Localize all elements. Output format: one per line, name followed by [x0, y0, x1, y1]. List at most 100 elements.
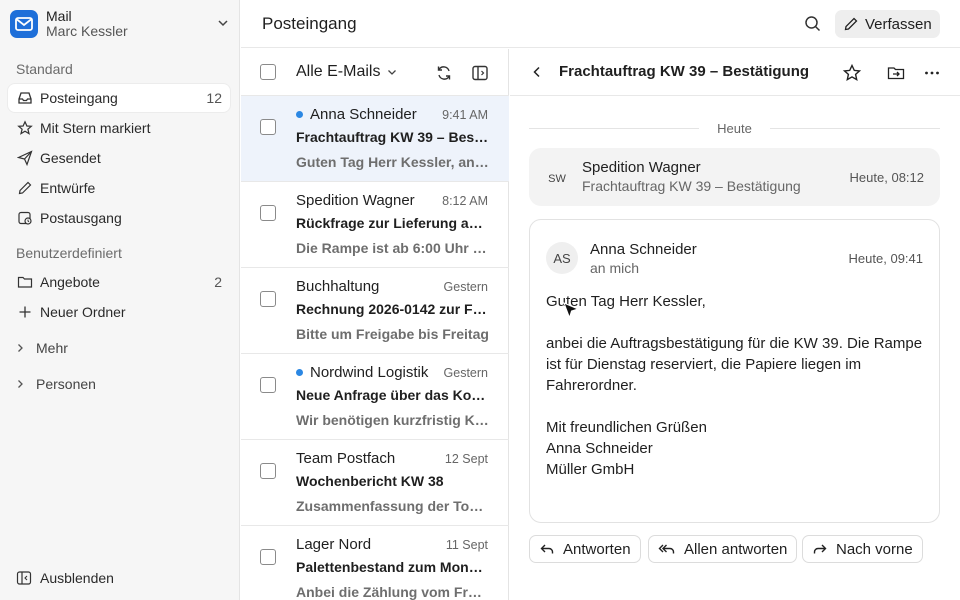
pencil-icon: [16, 179, 34, 197]
section-label-custom: Benutzerdefiniert: [16, 245, 122, 261]
forward-label: Nach vorne: [836, 540, 913, 558]
message-row[interactable]: Team Postfach 12 Sept Wochenbericht KW 3…: [241, 440, 509, 526]
mouse-cursor-icon: [563, 302, 581, 320]
sender-name: Team Postfach: [296, 450, 396, 467]
message-sender: Nordwind Logistik: [296, 364, 428, 381]
unread-dot-icon: [296, 111, 303, 118]
account-switcher[interactable]: Mail Marc Kessler: [10, 8, 230, 40]
reply-icon: [540, 544, 554, 554]
message-preview: Wir benötigen kurzfristig Kapazität: [296, 412, 489, 428]
forward-icon: [813, 544, 827, 554]
select-all-checkbox[interactable]: [260, 64, 276, 80]
sender-name: Spedition Wagner: [582, 159, 701, 176]
message-row[interactable]: Nordwind Logistik Gestern Neue Anfrage ü…: [241, 354, 509, 440]
reader-header: Frachtauftrag KW 39 – Bestätigung: [510, 49, 960, 96]
message-time: 11 Sept: [445, 538, 488, 552]
message-sender: Spedition Wagner: [296, 192, 415, 209]
message-subject: Frachtauftrag KW 39 – Bestätigung: [582, 178, 801, 194]
sender-name: Anna Schneider: [310, 106, 417, 123]
message-sender: Team Postfach: [296, 450, 395, 467]
pencil-icon: [844, 17, 858, 31]
message-row[interactable]: Buchhaltung Gestern Rechnung 2026-0142 z…: [241, 268, 509, 354]
sidebar-item-drafts[interactable]: Entwürfe: [8, 174, 230, 202]
sidebar-item-starred[interactable]: Mit Stern markiert: [8, 114, 230, 142]
sidebar-item-inbox[interactable]: Posteingang 12: [8, 84, 230, 112]
message-time: 9:41 AM: [442, 108, 488, 122]
sender-name: Anna Schneider: [590, 241, 697, 258]
folder-icon: [16, 273, 34, 291]
chevron-right-icon: [14, 342, 30, 354]
message-sender: Lager Nord: [296, 536, 371, 553]
collapse-label: Ausblenden: [40, 570, 114, 586]
unread-dot-icon: [296, 369, 303, 376]
more-options-icon[interactable]: [922, 63, 942, 83]
filter-dropdown[interactable]: Alle E-Mails: [296, 63, 398, 81]
message-row[interactable]: Anna Schneider 9:41 AM Frachtauftrag KW …: [241, 96, 509, 182]
message-checkbox[interactable]: [260, 377, 276, 393]
top-bar: Posteingang Verfassen: [241, 0, 960, 48]
new-folder-button[interactable]: Neuer Ordner: [8, 298, 230, 326]
sender-name: Lager Nord: [296, 536, 372, 553]
sidebar-item-label: Gesendet: [40, 150, 101, 166]
star-icon: [16, 119, 34, 137]
recipient-label: an mich: [590, 260, 640, 276]
reading-pane: Frachtauftrag KW 39 – Bestätigung Heute …: [510, 49, 960, 600]
back-arrow-icon[interactable]: [530, 65, 544, 79]
sidebar-more-toggle[interactable]: Mehr: [14, 336, 68, 360]
message-time: Gestern: [443, 280, 488, 294]
message-preview: Guten Tag Herr Kessler, anbei die Auftra…: [296, 154, 489, 170]
mail-app-icon: [10, 10, 38, 38]
sidebar-item-outbox[interactable]: Postausgang: [8, 204, 230, 232]
chevron-down-icon: [388, 70, 397, 75]
avatar: AS: [546, 242, 578, 274]
move-to-folder-icon[interactable]: [886, 63, 906, 83]
sidebar-item-angebote[interactable]: Angebote 2: [8, 268, 230, 296]
reply-label: Antworten: [563, 540, 631, 558]
reader-subject: Frachtauftrag KW 39 – Bestätigung: [559, 63, 810, 80]
message-subject: Rechnung 2026-0142 zur Freigabe: [296, 301, 489, 317]
forward-button[interactable]: Nach vorne: [802, 535, 923, 563]
unread-count: 2: [214, 274, 222, 290]
message-checkbox[interactable]: [260, 463, 276, 479]
chevron-down-icon[interactable]: [216, 16, 230, 30]
message-row[interactable]: Lager Nord 11 Sept Palettenbestand zum M…: [241, 526, 509, 600]
send-icon: [16, 149, 34, 167]
message-time: 12 Sept: [444, 452, 488, 466]
star-icon[interactable]: [842, 63, 862, 83]
search-icon[interactable]: [803, 14, 823, 34]
message-checkbox[interactable]: [260, 119, 276, 135]
account-user-name: Marc Kessler: [46, 23, 128, 39]
panel-toggle-icon[interactable]: [470, 63, 490, 83]
compose-label: Verfassen: [865, 15, 932, 33]
inbox-icon: [16, 89, 34, 107]
message-list: Alle E-Mails Anna Schneider 9:41 AM Frac…: [241, 49, 509, 600]
compose-button[interactable]: Verfassen: [835, 10, 940, 38]
reply-all-label: Allen antworten: [684, 540, 788, 558]
sidebar-collapse-icon: [16, 570, 34, 586]
message-subject: Palettenbestand zum Monatsende: [296, 559, 489, 575]
sidebar-people-toggle[interactable]: Personen: [14, 372, 96, 396]
collapsed-message[interactable]: SW Spedition Wagner Frachtauftrag KW 39 …: [529, 148, 940, 206]
collapse-sidebar-button[interactable]: Ausblenden: [8, 566, 114, 590]
section-label-standard: Standard: [16, 61, 73, 77]
reply-button[interactable]: Antworten: [529, 535, 641, 563]
sender-name: Buchhaltung: [296, 278, 380, 295]
message-checkbox[interactable]: [260, 205, 276, 221]
message-row[interactable]: Spedition Wagner 8:12 AM Rückfrage zur L…: [241, 182, 509, 268]
sidebar: Mail Marc Kessler Standard Posteingang 1…: [0, 0, 240, 600]
day-separator: Heute: [529, 121, 940, 136]
open-message: AS Anna Schneider an mich Heute, 09:41 G…: [529, 219, 940, 523]
sidebar-item-label: Posteingang: [40, 90, 118, 106]
filter-label: Alle E-Mails: [296, 63, 381, 80]
reply-all-icon: [658, 544, 675, 554]
message-checkbox[interactable]: [260, 549, 276, 565]
unread-count: 12: [206, 90, 222, 106]
sidebar-item-label: Mit Stern markiert: [40, 120, 151, 136]
refresh-icon[interactable]: [434, 63, 454, 83]
message-checkbox[interactable]: [260, 291, 276, 307]
reply-all-button[interactable]: Allen antworten: [648, 535, 798, 563]
chevron-right-icon: [14, 378, 30, 390]
outbox-icon: [16, 209, 34, 227]
message-time: 8:12 AM: [442, 194, 488, 208]
sidebar-item-sent[interactable]: Gesendet: [8, 144, 230, 172]
